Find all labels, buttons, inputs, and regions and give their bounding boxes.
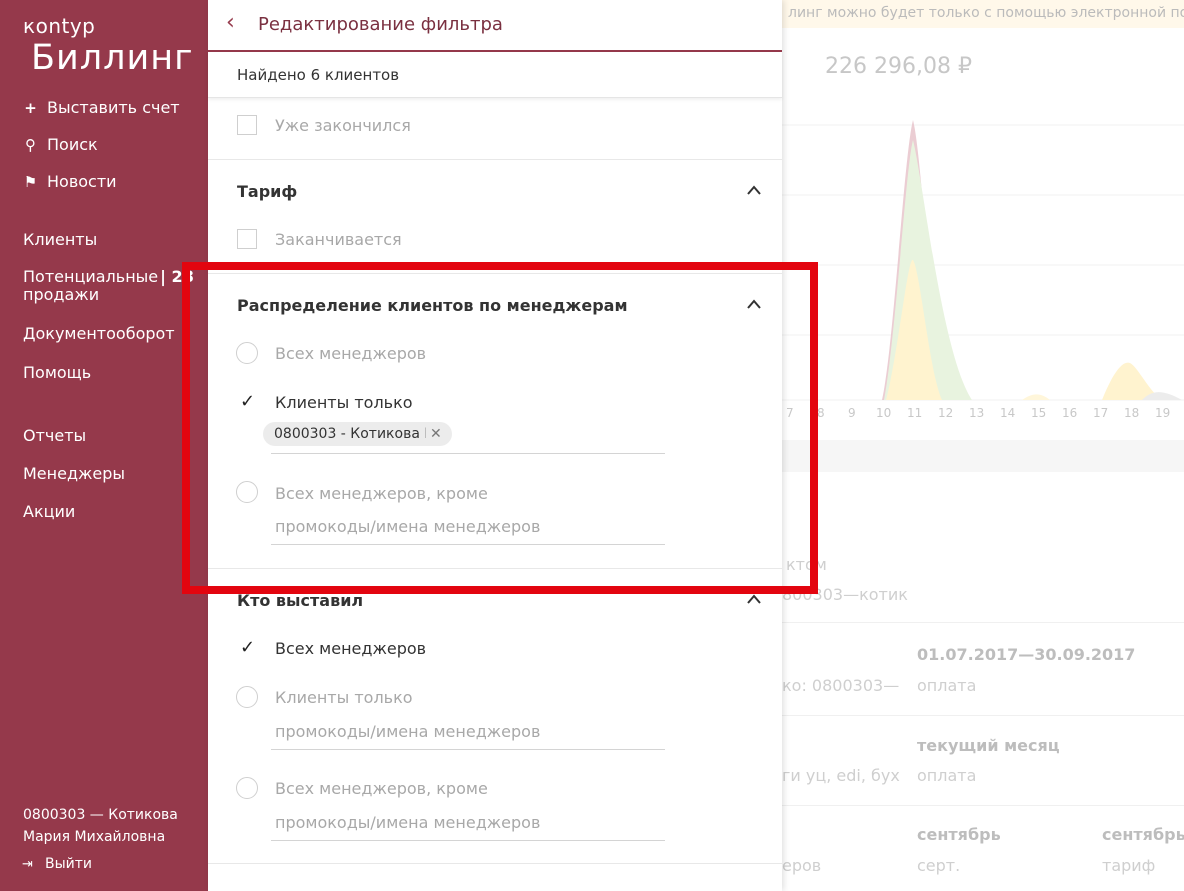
x-tick-label: 15 [1031,406,1047,420]
logo-billing[interactable]: Биллинг [31,38,194,78]
search-icon: ⚲ [25,135,36,154]
ended-checkbox[interactable] [237,115,257,135]
sidebar-item-managers[interactable]: Менеджеры [23,464,125,483]
x-tick-label: 13 [969,406,985,420]
divider [782,715,1184,716]
chevron-left-icon[interactable]: ‹ [226,10,235,35]
divider [782,622,1184,623]
notice-banner: линг можно будет только с помощью электр… [782,0,1184,28]
logout-button[interactable]: ⇥ Выйти [22,856,92,872]
divider [208,159,782,160]
section-title-tariff: Тариф [237,182,298,201]
sidebar-item-label: продажи [23,285,100,304]
issued-except-radio[interactable] [236,777,258,799]
x-tick-label: 19 [1155,406,1171,420]
x-tick-label: 8 [817,406,825,420]
period-value: 01.07.2017—30.09.2017 [917,645,1136,664]
search-label: Поиск [47,135,98,154]
bg-text-fragment: еров [782,856,822,875]
logo-kontur: кontур [23,14,96,38]
table-header-band [782,440,1184,472]
bg-text-fragment: ко: 0800303— [782,676,900,695]
issued-except-input[interactable]: промокоды/имена менеджеров [275,813,540,832]
chart-gridlines [782,124,1184,401]
user-line: 0800303 — Котикова [23,807,178,823]
issued-only-radio[interactable] [236,686,258,708]
x-tick-label: 17 [1093,406,1109,420]
checkmark-icon[interactable]: ✓ [240,637,255,658]
cert-label: серт. [917,856,961,875]
x-tick-label: 12 [938,406,954,420]
news-button[interactable]: ⚑ Новости [22,172,117,191]
payment-label: оплата [917,676,977,695]
chevron-up-icon[interactable] [746,184,762,196]
panel-header: ‹ Редактирование фильтра [208,0,782,52]
highlight-frame [182,262,818,594]
sidebar-item-clients[interactable]: Клиенты [23,230,97,249]
divider [782,805,1184,806]
sidebar: кontур Биллинг + Выставить счет ⚲ Поиск … [0,0,208,891]
ending-checkbox[interactable] [237,229,257,249]
logout-icon: ⇥ [22,856,33,872]
sidebar-item-help[interactable]: Помощь [23,363,91,382]
sidebar-item-docflow[interactable]: Документооборот [23,324,175,343]
x-tick-label: 9 [848,406,856,420]
sidebar-item-potential-sales[interactable]: Потенциальные | 28 продажи [23,268,194,304]
x-tick-label: 10 [876,406,892,420]
sidebar-item-label: Потенциальные [23,267,159,286]
user-line: Мария Михайловна [23,829,166,845]
ended-label: Уже закончился [275,116,411,135]
x-tick-label: 18 [1124,406,1140,420]
month-label: сентябрь [917,825,1001,844]
news-label: Новости [47,172,117,191]
payment-label: оплата [917,766,977,785]
x-tick-label: 11 [907,406,923,420]
new-invoice-label: Выставить счет [47,98,180,117]
x-tick-label: 14 [1000,406,1016,420]
background-chart [782,120,1184,401]
new-invoice-button[interactable]: + Выставить счет [22,98,180,117]
results-count: Найдено 6 клиентов [237,66,400,84]
total-amount: 226 296,08 ₽ [825,54,972,79]
bg-text-fragment: ги уц, edi, бух [782,766,900,785]
issued-except-label: Всех менеджеров, кроме [275,779,488,798]
input-underline [271,840,665,841]
chevron-up-icon[interactable] [746,593,762,605]
current-month-label: текущий месяц [917,736,1060,755]
chart-series-yellow-3 [1022,394,1050,400]
results-count-bar: Найдено 6 клиентов [208,52,782,98]
search-button[interactable]: ⚲ Поиск [22,135,98,154]
logout-label: Выйти [45,856,93,872]
issued-only-input[interactable]: промокоды/имена менеджеров [275,722,540,741]
current-user[interactable]: 0800303 — Котикова Мария Михайловна [23,804,178,848]
input-underline [271,749,665,750]
month-label: сентябрь [1102,825,1184,844]
sidebar-item-reports[interactable]: Отчеты [23,426,86,445]
panel-title: Редактирование фильтра [258,14,503,35]
x-tick-label: 16 [1062,406,1078,420]
issued-all-label: Всех менеджеров [275,639,427,658]
tariff-label: тариф [1102,856,1156,875]
plus-icon: + [24,98,37,117]
divider [208,863,782,864]
sidebar-item-promos[interactable]: Акции [23,502,75,521]
issued-only-label: Клиенты только [275,688,413,707]
flag-icon: ⚑ [23,172,38,191]
ending-label: Заканчивается [275,230,402,249]
